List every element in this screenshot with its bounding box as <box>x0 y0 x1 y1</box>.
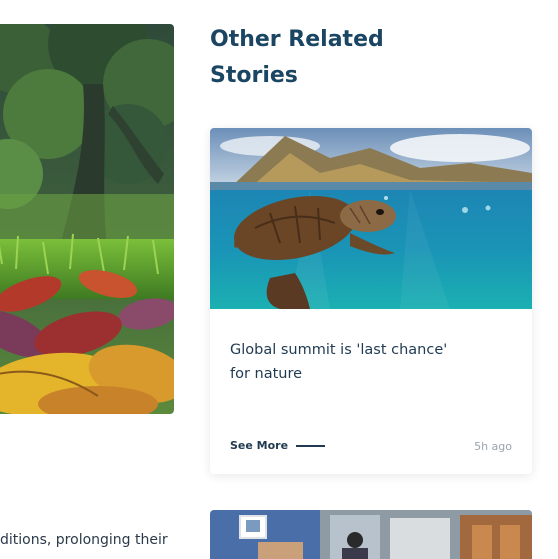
story-headline-line1: Global summit is 'last chance' <box>230 342 448 358</box>
story-timestamp: 5h ago <box>474 440 512 453</box>
section-title-line1: Other Related <box>210 27 384 52</box>
hero-image <box>0 24 174 414</box>
section-title: Other Related Stories <box>210 22 410 94</box>
sea-turtle-photo-icon <box>210 128 532 309</box>
see-more-line-icon <box>296 444 326 447</box>
section-title-line2: Stories <box>210 63 298 88</box>
classroom-photo-icon <box>210 510 532 559</box>
article-body-text: ditions, prolonging their <box>0 532 168 548</box>
story-thumbnail[interactable] <box>210 128 532 309</box>
see-more-link[interactable]: See More <box>230 439 326 452</box>
autumn-leaves-tree-photo-icon <box>0 24 174 414</box>
story-headline[interactable]: Global summit is 'last chance' for natur… <box>230 338 470 386</box>
story-headline-line2: for nature <box>230 366 303 382</box>
page: ditions, prolonging their Other Related … <box>0 0 558 559</box>
story-card[interactable]: Global summit is 'last chance' for natur… <box>210 128 532 474</box>
story-card[interactable] <box>210 510 532 559</box>
see-more-label: See More <box>230 439 289 452</box>
